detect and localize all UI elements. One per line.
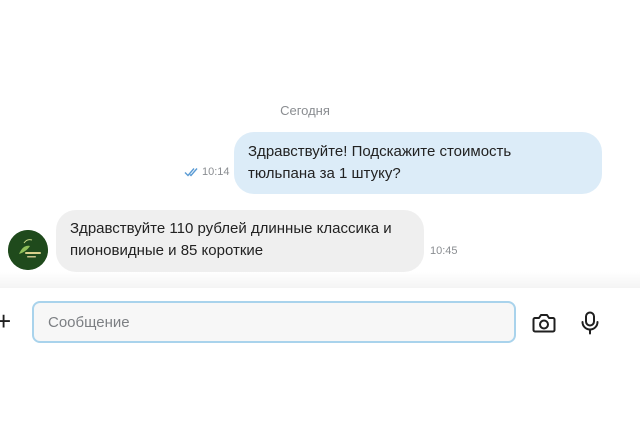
message-line: пионовидные и 85 короткие	[70, 242, 264, 259]
outgoing-message-meta: 10:14	[184, 166, 230, 178]
camera-icon[interactable]	[530, 309, 558, 337]
message-time: 10:14	[202, 166, 230, 178]
microphone-icon[interactable]	[576, 309, 604, 337]
message-input[interactable]	[34, 303, 514, 341]
message-composer: +	[0, 288, 640, 425]
double-check-icon	[184, 168, 198, 177]
message-line: Здравствуйте 110 рублей длинные классика…	[70, 220, 392, 237]
message-line: тюльпана за 1 штуку?	[248, 165, 401, 182]
date-divider: Сегодня	[280, 103, 330, 118]
outgoing-message-bubble[interactable]: Здравствуйте! Подскажите стоимость тюльп…	[234, 132, 602, 194]
message-time: 10:45	[430, 245, 458, 257]
chat-bottom-shadow	[0, 272, 640, 288]
florist-logo-avatar	[8, 230, 48, 270]
incoming-message-bubble[interactable]: Здравствуйте 110 рублей длинные классика…	[56, 210, 424, 272]
message-input-wrapper	[32, 301, 516, 343]
plus-icon[interactable]: +	[0, 306, 18, 336]
sender-avatar[interactable]	[8, 230, 48, 270]
chat-area: Сегодня Здравствуйте! Подскажите стоимос…	[0, 0, 640, 288]
message-line: Здравствуйте! Подскажите стоимость	[248, 143, 512, 160]
